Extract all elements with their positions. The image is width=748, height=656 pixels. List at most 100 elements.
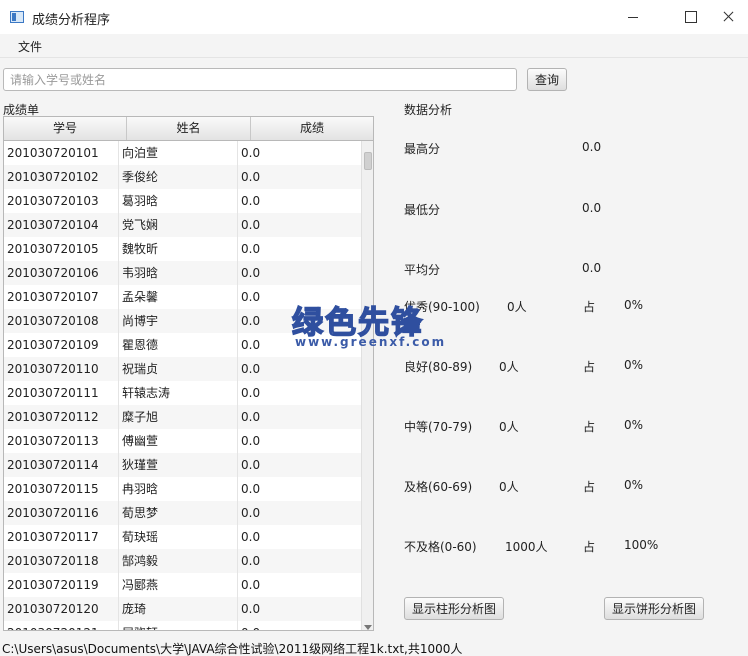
cell-score: 0.0 [241, 554, 261, 568]
cell-score: 0.0 [241, 242, 261, 256]
cell-score: 0.0 [241, 482, 261, 496]
grade-good-label: 良好(80-89) [404, 360, 473, 374]
table-row[interactable]: 201030720106 韦羽晗 0.0 [4, 261, 361, 285]
cell-student-id: 201030720106 [7, 266, 99, 280]
table-row[interactable]: 201030720121 屈骁轩 0.0 [4, 621, 361, 630]
table-row[interactable]: 201030720111 轩辕志涛 0.0 [4, 381, 361, 405]
cell-student-name: 冯郾燕 [122, 578, 159, 592]
cell-student-id: 201030720119 [7, 578, 99, 592]
table-row[interactable]: 201030720109 瞿恩德 0.0 [4, 333, 361, 357]
table-row[interactable]: 201030720113 傅幽萱 0.0 [4, 429, 361, 453]
table-row[interactable]: 201030720112 糜子旭 0.0 [4, 405, 361, 429]
status-text: C:\Users\asus\Documents\大学\JAVA综合性试验\201… [2, 642, 463, 656]
grade-excellent-zhan: 占 [583, 300, 596, 314]
max-score-value: 0.0 [582, 140, 602, 154]
close-button[interactable] [706, 0, 748, 34]
cell-student-id: 201030720111 [7, 386, 99, 400]
cell-student-id: 201030720101 [7, 146, 99, 160]
cell-student-name: 季俊纶 [122, 170, 159, 184]
cell-student-name: 荀玦瑶 [122, 530, 159, 544]
grade-excellent-count: 0人 [507, 300, 527, 314]
cell-student-name: 魏牧昕 [122, 242, 159, 256]
cell-student-name: 轩辕志涛 [122, 386, 171, 400]
cell-score: 0.0 [241, 506, 261, 520]
vertical-scrollbar[interactable] [361, 141, 373, 630]
cell-score: 0.0 [241, 362, 261, 376]
cell-student-name: 郜鸿毅 [122, 554, 159, 568]
column-header-id[interactable]: 学号 [4, 117, 127, 140]
cell-student-id: 201030720112 [7, 410, 99, 424]
table-row[interactable]: 201030720108 尚博宇 0.0 [4, 309, 361, 333]
column-header-score[interactable]: 成绩 [251, 117, 373, 140]
cell-student-id: 201030720108 [7, 314, 99, 328]
grade-fail-percent: 100% [624, 538, 659, 552]
cell-score: 0.0 [241, 386, 261, 400]
cell-student-name: 孟朵馨 [122, 290, 159, 304]
query-button[interactable]: 查询 [527, 68, 567, 91]
grade-medium-label: 中等(70-79) [404, 420, 473, 434]
cell-student-id: 201030720104 [7, 218, 99, 232]
cell-student-name: 傅幽萱 [122, 434, 159, 448]
table-row[interactable]: 201030720120 庞琦 0.0 [4, 597, 361, 621]
search-input[interactable] [3, 68, 517, 91]
grade-excellent-label: 优秀(90-100) [404, 300, 480, 314]
table-row[interactable]: 201030720114 狄瑾萱 0.0 [4, 453, 361, 477]
cell-student-id: 201030720121 [7, 621, 99, 630]
cell-student-id: 201030720102 [7, 170, 99, 184]
table-row[interactable]: 201030720105 魏牧昕 0.0 [4, 237, 361, 261]
cell-student-id: 201030720118 [7, 554, 99, 568]
cell-student-id: 201030720116 [7, 506, 99, 520]
max-score-label: 最高分 [404, 142, 441, 156]
title-bar: 成绩分析程序 [0, 0, 748, 34]
table-row[interactable]: 201030720116 荀思梦 0.0 [4, 501, 361, 525]
show-pie-chart-button[interactable]: 显示饼形分析图 [604, 597, 704, 620]
cell-student-name: 荀思梦 [122, 506, 159, 520]
table-body: 201030720101 向泊萱 0.0 201030720102 季俊纶 0.0 2010… [4, 141, 361, 630]
column-divider [118, 141, 119, 630]
table-header: 学号 姓名 成绩 [4, 117, 373, 141]
cell-student-name: 瞿恩德 [122, 338, 159, 352]
window-title: 成绩分析程序 [32, 13, 111, 28]
table-row[interactable]: 201030720101 向泊萱 0.0 [4, 141, 361, 165]
cell-student-name: 党飞娴 [122, 218, 159, 232]
cell-student-name: 狄瑾萱 [122, 458, 159, 472]
cell-score: 0.0 [241, 314, 261, 328]
cell-score: 0.0 [241, 146, 261, 160]
column-header-name[interactable]: 姓名 [127, 117, 251, 140]
grade-medium-zhan: 占 [583, 420, 596, 434]
cell-score: 0.0 [241, 266, 261, 280]
cell-student-name: 冉羽晗 [122, 482, 159, 496]
cell-score: 0.0 [241, 338, 261, 352]
column-divider [237, 141, 238, 630]
table-row[interactable]: 201030720103 葛羽晗 0.0 [4, 189, 361, 213]
cell-score: 0.0 [241, 410, 261, 424]
cell-score: 0.0 [241, 602, 261, 616]
grade-pass-zhan: 占 [583, 480, 596, 494]
cell-student-id: 201030720103 [7, 194, 99, 208]
table-row[interactable]: 201030720118 郜鸿毅 0.0 [4, 549, 361, 573]
grade-fail-count: 1000人 [505, 540, 548, 554]
menu-file[interactable]: 文件 [18, 38, 42, 55]
cell-student-id: 201030720117 [7, 530, 99, 544]
show-bar-chart-button[interactable]: 显示柱形分析图 [404, 597, 504, 620]
grade-pass-label: 及格(60-69) [404, 480, 473, 494]
cell-student-id: 201030720109 [7, 338, 99, 352]
table-row[interactable]: 201030720107 孟朵馨 0.0 [4, 285, 361, 309]
analysis-title: 数据分析 [404, 103, 453, 117]
grade-good-zhan: 占 [583, 360, 596, 374]
table-row[interactable]: 201030720102 季俊纶 0.0 [4, 165, 361, 189]
table-row[interactable]: 201030720117 荀玦瑶 0.0 [4, 525, 361, 549]
table-row[interactable]: 201030720110 祝瑞贞 0.0 [4, 357, 361, 381]
min-score-value: 0.0 [582, 201, 602, 215]
avg-score-value: 0.0 [582, 261, 602, 275]
cell-score: 0.0 [241, 290, 261, 304]
app-icon [10, 11, 24, 23]
minimize-button[interactable] [610, 0, 656, 34]
scrollbar-thumb[interactable] [364, 152, 372, 170]
scroll-down-icon[interactable] [364, 625, 372, 630]
cell-student-name: 祝瑞贞 [122, 362, 159, 376]
table-row[interactable]: 201030720104 党飞娴 0.0 [4, 213, 361, 237]
table-row[interactable]: 201030720119 冯郾燕 0.0 [4, 573, 361, 597]
menu-bar: 文件 [0, 34, 748, 58]
table-row[interactable]: 201030720115 冉羽晗 0.0 [4, 477, 361, 501]
